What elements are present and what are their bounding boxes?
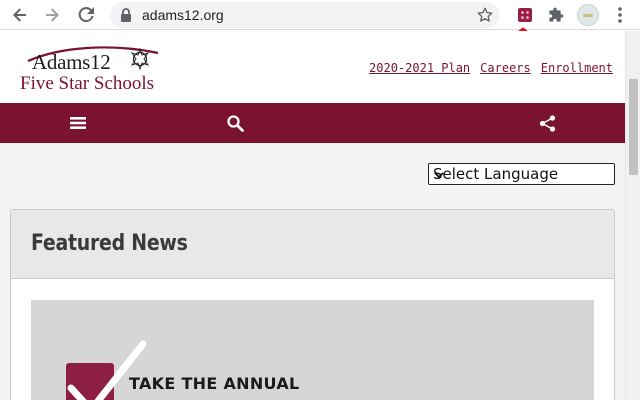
featured-news-card: Featured News TAKE THE ANNUAL [10, 209, 615, 400]
bookmark-star-icon[interactable] [476, 6, 494, 29]
link-careers[interactable]: Careers [480, 61, 531, 75]
survey-headline: TAKE THE ANNUAL [129, 374, 300, 393]
url-text[interactable]: adams12.org [142, 7, 224, 23]
share-icon[interactable] [537, 113, 557, 133]
puzzle-icon[interactable] [544, 3, 568, 27]
forward-icon[interactable] [40, 3, 64, 27]
site-header: Adams12 Five Star Schools 2020-2021 Plan… [0, 31, 625, 103]
reload-icon[interactable] [74, 3, 98, 27]
chevron-down-icon [433, 167, 610, 185]
menu-icon[interactable] [68, 113, 88, 133]
browser-toolbar: adams12.org [0, 0, 640, 30]
link-2020-2021-plan[interactable]: 2020-2021 Plan [369, 61, 470, 75]
featured-news-header: Featured News [11, 210, 614, 279]
logo-line1: Adams12 [32, 50, 111, 74]
language-select[interactable]: Select Language [428, 163, 615, 185]
featured-news-title: Featured News [31, 231, 188, 256]
lock-icon[interactable] [120, 8, 132, 27]
site-logo[interactable]: Adams12 Five Star Schools [20, 45, 170, 95]
extension-icon[interactable] [513, 3, 537, 27]
back-icon[interactable] [8, 3, 32, 27]
logo-line2: Five Star Schools [20, 73, 155, 94]
search-icon[interactable] [225, 113, 245, 133]
page-scrollbar[interactable] [625, 31, 640, 400]
more-vert-icon[interactable] [608, 3, 632, 27]
main-navbar [0, 103, 625, 143]
web-page: Adams12 Five Star Schools 2020-2021 Plan… [0, 31, 625, 400]
address-bar[interactable]: adams12.org [110, 2, 500, 28]
scrollbar-thumb[interactable] [629, 79, 638, 175]
header-links: 2020-2021 Plan Careers Enrollment [369, 61, 613, 75]
profile-avatar[interactable] [577, 4, 599, 26]
featured-news-image[interactable]: TAKE THE ANNUAL [31, 300, 594, 400]
link-enrollment[interactable]: Enrollment [541, 61, 613, 75]
